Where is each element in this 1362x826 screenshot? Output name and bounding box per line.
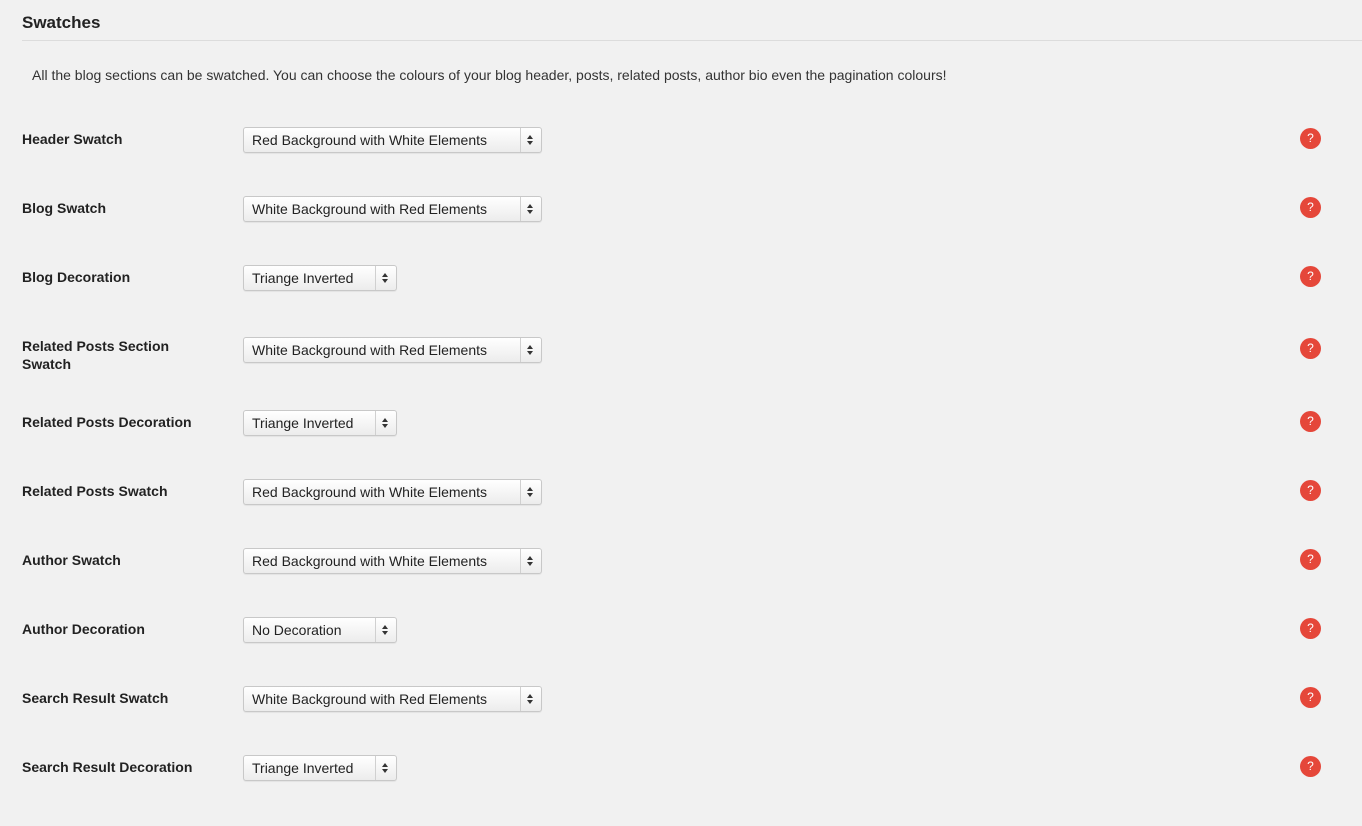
- blog-decoration-value: Triange Inverted: [252, 270, 354, 286]
- option-row-related-posts-decoration: Related Posts Decoration Triange Inverte…: [0, 410, 1362, 450]
- help-icon[interactable]: ?: [1300, 128, 1321, 149]
- option-row-related-posts-swatch: Related Posts Swatch Red Background with…: [0, 479, 1362, 519]
- help-icon[interactable]: ?: [1300, 756, 1321, 777]
- author-swatch-select[interactable]: Red Background with White Elements: [243, 548, 542, 574]
- help-icon[interactable]: ?: [1300, 687, 1321, 708]
- author-decoration-label: Author Decoration: [22, 621, 145, 637]
- select-arrows-icon: [520, 128, 541, 152]
- select-arrows-icon: [375, 756, 396, 780]
- help-icon[interactable]: ?: [1300, 338, 1321, 359]
- option-row-related-posts-section-swatch: Related Posts Section Swatch White Backg…: [0, 337, 1362, 377]
- search-result-swatch-value: White Background with Red Elements: [252, 691, 487, 707]
- select-arrows-icon: [520, 687, 541, 711]
- search-result-decoration-select[interactable]: Triange Inverted: [243, 755, 397, 781]
- help-icon[interactable]: ?: [1300, 411, 1321, 432]
- blog-swatch-value: White Background with Red Elements: [252, 201, 487, 217]
- section-description: All the blog sections can be swatched. Y…: [32, 67, 947, 83]
- author-decoration-value: No Decoration: [252, 622, 342, 638]
- select-arrows-icon: [520, 197, 541, 221]
- related-posts-swatch-select[interactable]: Red Background with White Elements: [243, 479, 542, 505]
- option-row-author-decoration: Author Decoration No Decoration ?: [0, 617, 1362, 657]
- option-row-blog-decoration: Blog Decoration Triange Inverted ?: [0, 265, 1362, 305]
- help-icon[interactable]: ?: [1300, 197, 1321, 218]
- related-posts-section-swatch-label: Related Posts Section Swatch: [22, 338, 170, 372]
- option-row-search-result-swatch: Search Result Swatch White Background wi…: [0, 686, 1362, 726]
- related-posts-decoration-label: Related Posts Decoration: [22, 414, 192, 430]
- header-swatch-select[interactable]: Red Background with White Elements: [243, 127, 542, 153]
- related-posts-swatch-label: Related Posts Swatch: [22, 483, 168, 499]
- header-swatch-value: Red Background with White Elements: [252, 132, 487, 148]
- help-icon[interactable]: ?: [1300, 618, 1321, 639]
- blog-decoration-label: Blog Decoration: [22, 269, 131, 285]
- option-row-search-result-decoration: Search Result Decoration Triange Inverte…: [0, 755, 1362, 795]
- related-posts-section-swatch-select[interactable]: White Background with Red Elements: [243, 337, 542, 363]
- search-result-swatch-select[interactable]: White Background with Red Elements: [243, 686, 542, 712]
- search-result-decoration-value: Triange Inverted: [252, 760, 354, 776]
- related-posts-decoration-value: Triange Inverted: [252, 415, 354, 431]
- blog-swatch-select[interactable]: White Background with Red Elements: [243, 196, 542, 222]
- search-result-swatch-label: Search Result Swatch: [22, 690, 169, 706]
- option-row-blog-swatch: Blog Swatch White Background with Red El…: [0, 196, 1362, 236]
- author-decoration-select[interactable]: No Decoration: [243, 617, 397, 643]
- search-result-decoration-label: Search Result Decoration: [22, 759, 193, 775]
- title-divider: [22, 40, 1362, 41]
- help-icon[interactable]: ?: [1300, 266, 1321, 287]
- related-posts-swatch-value: Red Background with White Elements: [252, 484, 487, 500]
- help-icon[interactable]: ?: [1300, 480, 1321, 501]
- option-row-author-swatch: Author Swatch Red Background with White …: [0, 548, 1362, 588]
- section-title: Swatches: [22, 13, 101, 32]
- select-arrows-icon: [375, 411, 396, 435]
- blog-swatch-label: Blog Swatch: [22, 200, 107, 216]
- select-arrows-icon: [375, 618, 396, 642]
- blog-decoration-select[interactable]: Triange Inverted: [243, 265, 397, 291]
- header-swatch-label: Header Swatch: [22, 131, 123, 147]
- option-row-header-swatch: Header Swatch Red Background with White …: [0, 127, 1362, 167]
- select-arrows-icon: [520, 549, 541, 573]
- author-swatch-value: Red Background with White Elements: [252, 553, 487, 569]
- select-arrows-icon: [520, 338, 541, 362]
- author-swatch-label: Author Swatch: [22, 552, 121, 568]
- help-icon[interactable]: ?: [1300, 549, 1321, 570]
- related-posts-section-swatch-value: White Background with Red Elements: [252, 342, 487, 358]
- select-arrows-icon: [520, 480, 541, 504]
- select-arrows-icon: [375, 266, 396, 290]
- related-posts-decoration-select[interactable]: Triange Inverted: [243, 410, 397, 436]
